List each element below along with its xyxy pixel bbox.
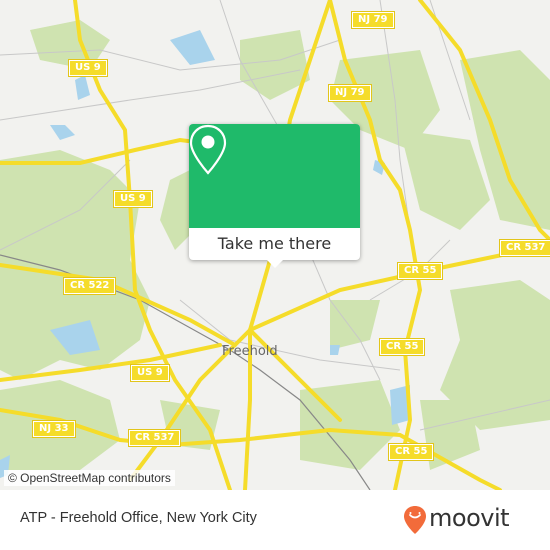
map-view[interactable]: US 9 US 9 US 9 NJ 79 NJ 79 CR 537 CR 537…: [0, 0, 550, 490]
road-shield-cr55: CR 55: [396, 262, 444, 280]
road-shield-cr522: CR 522: [62, 277, 117, 295]
road-shield-us9: US 9: [113, 190, 153, 208]
moovit-wordmark: moovit: [429, 504, 510, 532]
map-pin-icon: [189, 124, 227, 175]
location-popup: Take me there: [189, 124, 360, 268]
road-shield-cr55: CR 55: [387, 443, 435, 461]
road-shield-nj33: NJ 33: [32, 420, 76, 438]
moovit-pin-icon: [404, 506, 426, 534]
road-shield-nj79: NJ 79: [328, 84, 372, 102]
popup-pointer: [267, 260, 283, 268]
place-title: ATP - Freehold Office, New York City: [20, 510, 257, 526]
road-shield-us9: US 9: [68, 59, 108, 77]
footer-bar: ATP - Freehold Office, New York City moo…: [0, 490, 550, 550]
road-shield-cr55: CR 55: [378, 338, 426, 356]
popup-header: [189, 124, 360, 228]
road-shield-nj79: NJ 79: [351, 11, 395, 29]
town-label-freehold: Freehold: [222, 344, 278, 359]
road-shield-cr537: CR 537: [127, 429, 182, 447]
take-me-there-button[interactable]: Take me there: [189, 228, 360, 260]
map-attribution[interactable]: © OpenStreetMap contributors: [4, 470, 175, 486]
road-shield-us9: US 9: [130, 364, 170, 382]
road-shield-cr537: CR 537: [498, 239, 550, 257]
